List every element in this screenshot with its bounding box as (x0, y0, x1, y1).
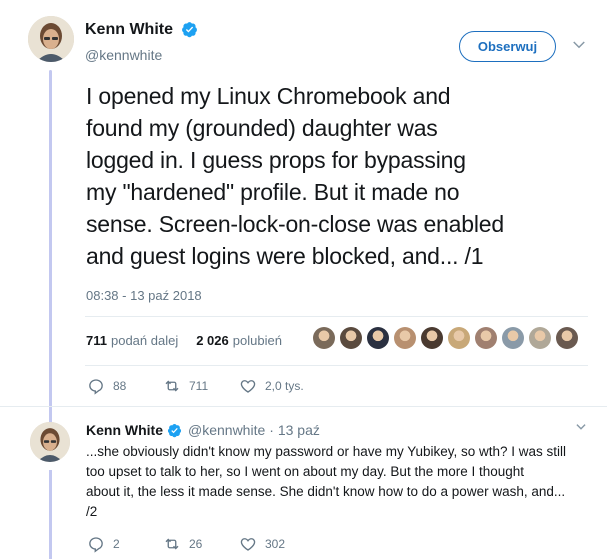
chevron-down-icon[interactable] (570, 36, 588, 54)
liker-avatar[interactable] (529, 327, 551, 349)
tweet-stats: 711 podań dalej 2 026 polubień (86, 333, 282, 348)
reply-action[interactable]: 2 (87, 535, 163, 553)
reply-author-handle[interactable]: @kennwhite (188, 422, 265, 438)
author-name[interactable]: Kenn White (85, 21, 198, 39)
liker-avatar[interactable] (448, 327, 470, 349)
reply-text: ...she obviously didn't know my password… (86, 444, 567, 519)
thread-connector-line-bottom (49, 470, 52, 559)
reply-count: 2 (113, 537, 120, 551)
heart-icon[interactable] (239, 377, 257, 395)
like-count-label[interactable]: polubień (233, 333, 282, 348)
like-action[interactable]: 302 (239, 535, 285, 553)
author-handle[interactable]: @kennwhite (85, 47, 162, 63)
liker-avatar[interactable] (394, 327, 416, 349)
reply-avatar[interactable] (30, 422, 70, 462)
like-action-count: 2,0 tys. (265, 379, 304, 393)
follow-button[interactable]: Obserwuj (459, 31, 556, 62)
divider (0, 406, 607, 407)
liker-avatar[interactable] (502, 327, 524, 349)
chevron-down-icon[interactable] (574, 420, 588, 434)
tweet-timestamp[interactable]: 08:38 - 13 paź 2018 (86, 288, 202, 303)
retweet-action-count: 711 (189, 379, 209, 393)
reply-author-name[interactable]: Kenn White (86, 422, 163, 438)
tweet-text: I opened my Linux Chromebook and found m… (86, 83, 504, 269)
reply-action[interactable]: 88 (87, 377, 163, 395)
reply-header: Kenn White @kennwhite · 13 paź (86, 422, 320, 438)
retweet-action-count: 26 (189, 537, 203, 551)
reply-count: 88 (113, 379, 127, 393)
liker-avatar[interactable] (421, 327, 443, 349)
tweet-actions: 88 711 2,0 tys. (87, 377, 304, 395)
like-action[interactable]: 2,0 tys. (239, 377, 304, 395)
liker-avatar[interactable] (556, 327, 578, 349)
retweet-count-label[interactable]: podań dalej (111, 333, 178, 348)
liker-avatar[interactable] (367, 327, 389, 349)
reply-icon[interactable] (87, 535, 105, 553)
reply-date[interactable]: · 13 paź (269, 422, 320, 438)
heart-icon[interactable] (239, 535, 257, 553)
like-count[interactable]: 2 026 (196, 333, 229, 348)
retweet-action[interactable]: 26 (163, 535, 239, 553)
liker-avatar[interactable] (475, 327, 497, 349)
divider (85, 316, 588, 317)
retweet-icon[interactable] (163, 535, 181, 553)
liker-avatar[interactable] (340, 327, 362, 349)
retweet-count[interactable]: 711 (86, 333, 107, 348)
divider (85, 365, 588, 366)
liker-avatar[interactable] (313, 327, 335, 349)
thread-connector-line (49, 70, 52, 430)
verified-badge-icon (182, 22, 198, 38)
author-name-text[interactable]: Kenn White (85, 21, 173, 38)
liker-avatars (313, 327, 578, 349)
retweet-icon[interactable] (163, 377, 181, 395)
like-action-count: 302 (265, 537, 286, 551)
verified-badge-icon (167, 423, 182, 437)
reply-actions: 2 26 302 (87, 535, 285, 553)
retweet-action[interactable]: 711 (163, 377, 239, 395)
avatar[interactable] (28, 16, 74, 62)
reply-icon[interactable] (87, 377, 105, 395)
